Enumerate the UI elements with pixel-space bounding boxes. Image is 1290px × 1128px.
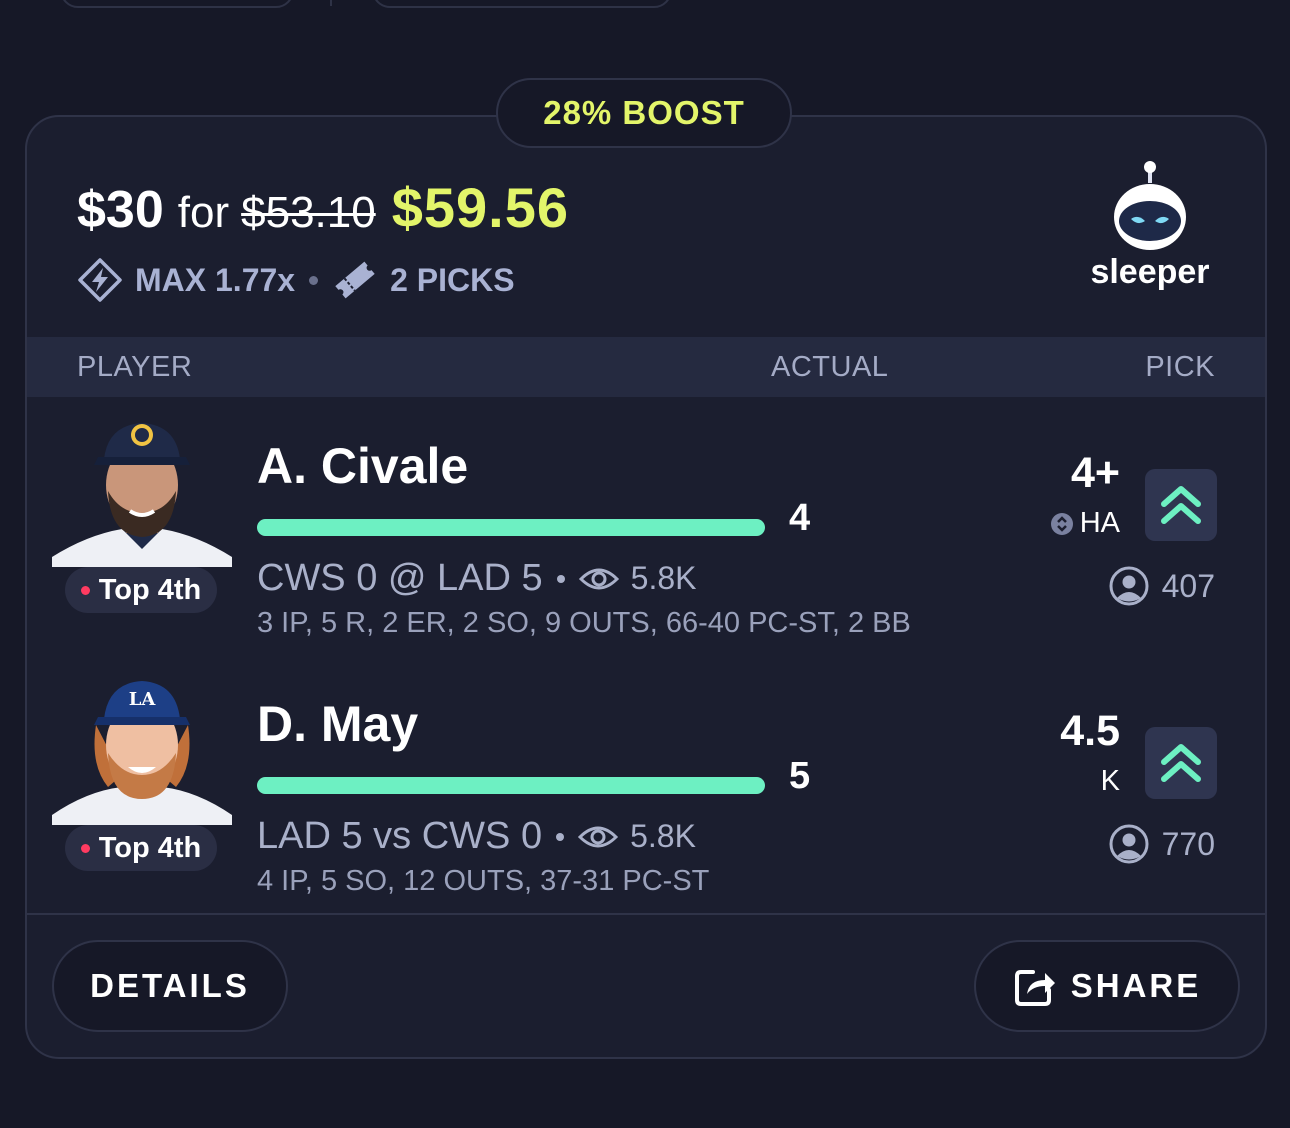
pick-line: 4+ xyxy=(1070,449,1120,497)
progress-bar xyxy=(257,777,765,794)
svg-text:LA: LA xyxy=(129,689,157,710)
double-chevron-up-icon xyxy=(1161,486,1201,524)
multiplier-diamond-icon xyxy=(78,258,122,302)
entry-card: $30 for $53.10 $59.56 MAX 1.77x 2 PICKS xyxy=(25,115,1267,1059)
boost-label: 28% BOOST xyxy=(543,94,745,131)
player-column-header: PLAYER xyxy=(77,351,193,383)
player-name: A. Civale xyxy=(257,438,469,494)
pick-line: 4.5 xyxy=(1060,707,1120,755)
stat-type-label: HA xyxy=(1079,507,1120,539)
player-row[interactable]: Top 4th A. Civale 4 CWS 0 @ LAD 5 5.8K 3… xyxy=(27,397,1265,655)
player-name: D. May xyxy=(257,696,419,752)
progress-bar xyxy=(257,519,765,536)
stat-type: HA xyxy=(1050,507,1120,540)
pick-column-header: PICK xyxy=(1145,351,1215,383)
details-label: DETAILS xyxy=(90,967,250,1004)
share-icon xyxy=(1014,970,1055,1006)
live-indicator xyxy=(80,585,90,595)
player-headshot: LA xyxy=(52,665,232,825)
game-status: Top 4th xyxy=(98,831,202,864)
ticket-icon xyxy=(335,261,375,299)
actual-column-header: ACTUAL xyxy=(771,351,889,383)
entry-meta: MAX 1.77x 2 PICKS xyxy=(77,257,515,303)
pick-popularity: 407 xyxy=(1108,565,1215,607)
stat-type-label: K xyxy=(1100,765,1120,797)
live-indicator xyxy=(80,843,90,853)
game-score: CWS 0 @ LAD 5 xyxy=(257,557,543,599)
user-icon xyxy=(1109,824,1149,864)
game-status-badge: Top 4th xyxy=(65,567,217,613)
top-divider xyxy=(330,0,332,6)
pick-count: 770 xyxy=(1161,825,1215,862)
game-status-badge: Top 4th xyxy=(65,825,217,871)
stat-type: K xyxy=(1101,765,1120,798)
meta-separator xyxy=(309,275,319,285)
game-score: LAD 5 vs CWS 0 xyxy=(257,815,543,857)
progress-fill xyxy=(257,519,765,536)
game-separator xyxy=(556,574,565,583)
player-headshot xyxy=(52,407,232,567)
double-chevron-up-icon xyxy=(1161,744,1201,782)
view-count: 5.8K xyxy=(630,560,697,596)
game-info: LAD 5 vs CWS 0 5.8K xyxy=(257,815,696,858)
view-count: 5.8K xyxy=(630,818,696,854)
boosted-payout: $59.56 xyxy=(391,176,569,239)
higher-pick-button[interactable] xyxy=(1145,469,1217,541)
details-button[interactable]: DETAILS xyxy=(52,940,288,1032)
stat-line: 4 IP, 5 SO, 12 OUTS, 37-31 PC-ST xyxy=(257,865,710,897)
higher-pick-button[interactable] xyxy=(1145,727,1217,799)
payout-summary: $30 for $53.10 $59.56 xyxy=(77,175,569,240)
game-info: CWS 0 @ LAD 5 5.8K xyxy=(257,557,696,600)
boost-badge: 28% BOOST xyxy=(496,78,792,148)
user-icon xyxy=(1109,566,1149,606)
pick-count: 407 xyxy=(1161,567,1215,604)
footer-divider xyxy=(27,913,1265,915)
game-status: Top 4th xyxy=(98,573,202,606)
stake-amount: $30 xyxy=(77,181,164,239)
brand-name: sleeper xyxy=(1090,253,1210,291)
pick-popularity: 770 xyxy=(1108,823,1215,865)
eye-icon xyxy=(578,568,619,589)
table-header: PLAYER ACTUAL PICK xyxy=(27,337,1265,397)
actual-value: 4 xyxy=(789,497,811,539)
share-label: SHARE xyxy=(1070,967,1202,1004)
progress-fill xyxy=(257,777,765,794)
top-tab-right[interactable] xyxy=(372,0,672,8)
share-button[interactable]: SHARE xyxy=(974,940,1240,1032)
for-label: for xyxy=(177,188,230,237)
stat-line: 3 IP, 5 R, 2 ER, 2 SO, 9 OUTS, 66-40 PC-… xyxy=(257,607,911,639)
swap-icon xyxy=(1050,512,1073,535)
eye-icon xyxy=(578,826,619,847)
top-tab-left[interactable] xyxy=(60,0,294,8)
picks-count: 2 PICKS xyxy=(390,261,515,298)
actual-value: 5 xyxy=(789,755,811,797)
player-row[interactable]: LA Top 4th D. May 5 LAD 5 vs CWS 0 5.8K … xyxy=(27,655,1265,913)
sleeper-mascot-icon xyxy=(1114,161,1186,250)
sleeper-brand: sleeper xyxy=(1085,159,1215,292)
game-separator xyxy=(556,832,565,841)
original-payout: $53.10 xyxy=(241,188,376,237)
max-multiplier: MAX 1.77x xyxy=(135,261,296,298)
